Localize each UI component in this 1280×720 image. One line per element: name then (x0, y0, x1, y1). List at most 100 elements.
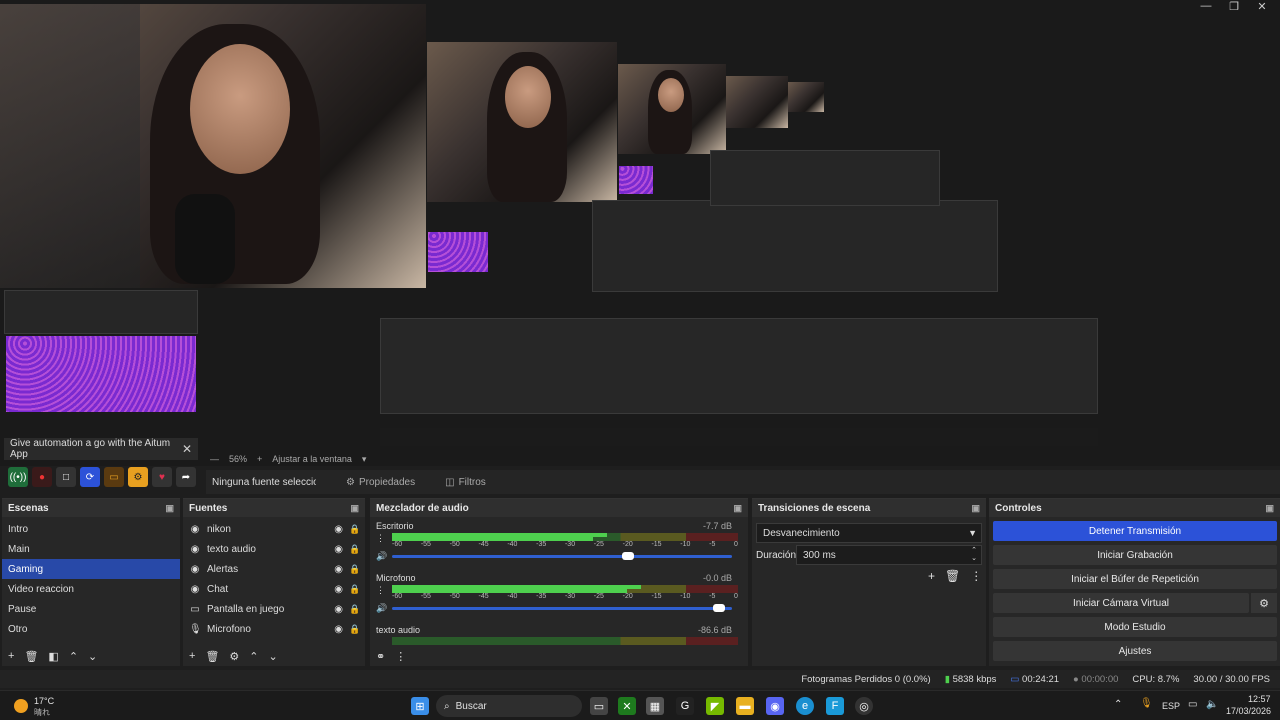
spin-arrows-icon[interactable]: ⌃ ⌄ (971, 547, 977, 563)
share-icon[interactable]: ➦ (176, 467, 196, 487)
stop-stream-button[interactable]: Detener Transmisión (993, 521, 1277, 541)
zoom-in-button[interactable]: + (257, 454, 262, 464)
speaker-icon[interactable]: 🔊 (376, 603, 387, 614)
nvidia-icon[interactable]: ◤ (706, 697, 724, 715)
transition-select[interactable]: Desvanecimiento ▼ (756, 523, 982, 543)
move-down-icon[interactable]: ⌄ (269, 650, 278, 663)
gear-icon[interactable]: ⚙ (229, 650, 239, 663)
discord-icon[interactable]: ◉ (766, 697, 784, 715)
source-item[interactable]: ◉ Alertas ◉ 🔒 (183, 559, 365, 579)
close-ad-icon[interactable]: ✕ (182, 442, 192, 456)
channel-menu-icon[interactable]: ⋮ (376, 585, 385, 596)
move-up-icon[interactable]: ⌃ (249, 650, 258, 663)
add-source-icon[interactable]: + (189, 650, 195, 662)
trash-icon[interactable]: 🗑 (205, 650, 219, 663)
zoom-out-button[interactable]: — (210, 454, 219, 464)
visibility-eye-icon[interactable]: ◉ (334, 584, 343, 595)
task-view-icon[interactable]: ▭ (590, 697, 608, 715)
dock-menu-icon[interactable]: ▣ (733, 503, 742, 514)
volume-icon[interactable]: 🔈 (1206, 699, 1218, 710)
scene-item[interactable]: Intro (2, 519, 180, 539)
record-dot-icon[interactable]: ● (32, 467, 52, 487)
windows-start-icon[interactable]: ⊞ (411, 697, 429, 715)
filters-button[interactable]: ◫ Filtros (445, 477, 486, 488)
heart-icon[interactable]: ♥ (152, 467, 172, 487)
virtual-cam-settings-icon[interactable]: ⚙ (1251, 593, 1277, 613)
lock-icon[interactable]: 🔒 (349, 604, 360, 615)
gear-orange-icon[interactable]: ⚙ (128, 467, 148, 487)
zoom-dropdown-icon[interactable]: ▾ (362, 454, 367, 465)
scene-item[interactable]: Pause (2, 599, 180, 619)
slider-knob[interactable] (713, 604, 726, 612)
obs-preview[interactable]: — ❐ ✕ (0, 0, 1280, 466)
xbox-icon[interactable]: ✕ (618, 697, 636, 715)
channel-menu-icon[interactable]: ⋮ (376, 533, 385, 544)
weather-icon[interactable] (14, 699, 28, 713)
speaker-icon[interactable]: 🔊 (376, 551, 387, 562)
source-item[interactable]: ◉ texto audio ◉ 🔒 (183, 539, 365, 559)
file-explorer-icon[interactable]: ▬ (736, 697, 754, 715)
dock-menu-icon[interactable]: ▣ (1265, 503, 1274, 514)
square-icon[interactable]: □ (56, 467, 76, 487)
obs-icon[interactable]: ◎ (855, 697, 873, 715)
edge-icon[interactable]: e (796, 697, 814, 715)
visibility-eye-icon[interactable]: ◉ (334, 604, 343, 615)
trash-icon[interactable]: 🗑 (24, 650, 38, 663)
scene-item[interactable]: Main (2, 539, 180, 559)
taskbar-search[interactable]: ⌕ Buscar (436, 695, 582, 717)
network-icon[interactable]: ▭ (1188, 699, 1197, 710)
slider-knob[interactable] (621, 552, 634, 560)
connect-icon[interactable]: ((•)) (8, 467, 28, 487)
move-up-icon[interactable]: ⌃ (69, 650, 78, 663)
folder-icon[interactable]: ▭ (104, 467, 124, 487)
mixer-link-icon[interactable]: ⚭ (376, 650, 385, 663)
mixer-menu-icon[interactable]: ⋮ (395, 650, 406, 663)
visibility-eye-icon[interactable]: ◉ (334, 564, 343, 575)
lock-icon[interactable]: 🔒 (349, 524, 360, 535)
source-item[interactable]: ▭ Pantalla en juego ◉ 🔒 (183, 599, 365, 619)
duration-spinbox[interactable]: 300 ms ⌃ ⌄ (796, 545, 982, 565)
lock-icon[interactable]: 🔒 (349, 584, 360, 595)
move-down-icon[interactable]: ⌄ (88, 650, 97, 663)
start-record-button[interactable]: Iniciar Grabación (993, 545, 1277, 565)
visibility-eye-icon[interactable]: ◉ (334, 524, 343, 535)
mic-tray-icon[interactable]: 🎙 (1140, 698, 1153, 709)
scene-item[interactable]: Video reaccion (2, 579, 180, 599)
lock-icon[interactable]: 🔒 (349, 564, 360, 575)
replay-buffer-button[interactable]: Iniciar el Búfer de Repetición (993, 569, 1277, 589)
settings-button[interactable]: Ajustes (993, 641, 1277, 661)
visibility-eye-icon[interactable]: ◉ (334, 624, 343, 635)
studio-mode-button[interactable]: Modo Estudio (993, 617, 1277, 637)
add-scene-icon[interactable]: + (8, 650, 14, 662)
lock-icon[interactable]: 🔒 (349, 544, 360, 555)
visibility-eye-icon[interactable]: ◉ (334, 544, 343, 555)
add-transition-icon[interactable]: + (928, 569, 935, 583)
volume-slider[interactable] (392, 604, 732, 612)
close-window-button[interactable]: ✕ (1248, 0, 1276, 14)
lock-icon[interactable]: 🔒 (349, 624, 360, 635)
monitor-icon: ▭ (190, 603, 200, 615)
refresh-icon[interactable]: ⟳ (80, 467, 100, 487)
store-icon[interactable]: ▦ (646, 697, 664, 715)
source-item[interactable]: 🎙 Microfono ◉ 🔒 (183, 619, 365, 639)
minimize-button[interactable]: — (1192, 0, 1220, 14)
chevron-up-icon[interactable]: ⌃ (1114, 699, 1122, 710)
app-f-icon[interactable]: F (826, 697, 844, 715)
zoom-fit-label[interactable]: Ajustar a la ventana (272, 454, 352, 464)
dock-menu-icon[interactable]: ▣ (350, 503, 359, 514)
source-item[interactable]: ◉ Chat ◉ 🔒 (183, 579, 365, 599)
trash-icon[interactable]: 🗑 (945, 569, 960, 583)
app-g-icon[interactable]: G (676, 697, 694, 715)
language-label[interactable]: ESP (1162, 701, 1180, 711)
dock-menu-icon[interactable]: ▣ (165, 503, 174, 514)
scene-item[interactable]: Otro (2, 619, 180, 639)
volume-slider[interactable] (392, 552, 732, 560)
filter-scene-icon[interactable]: ◧ (48, 650, 58, 663)
virtual-cam-button[interactable]: Iniciar Cámara Virtual (993, 593, 1249, 613)
maximize-button[interactable]: ❐ (1220, 0, 1248, 14)
menu-icon[interactable]: ⋮ (970, 569, 982, 583)
properties-button[interactable]: ⚙ Propiedades (346, 477, 415, 488)
source-item[interactable]: ◉ nikon ◉ 🔒 (183, 519, 365, 539)
scene-item[interactable]: Gaming (2, 559, 180, 579)
dock-menu-icon[interactable]: ▣ (971, 503, 980, 514)
